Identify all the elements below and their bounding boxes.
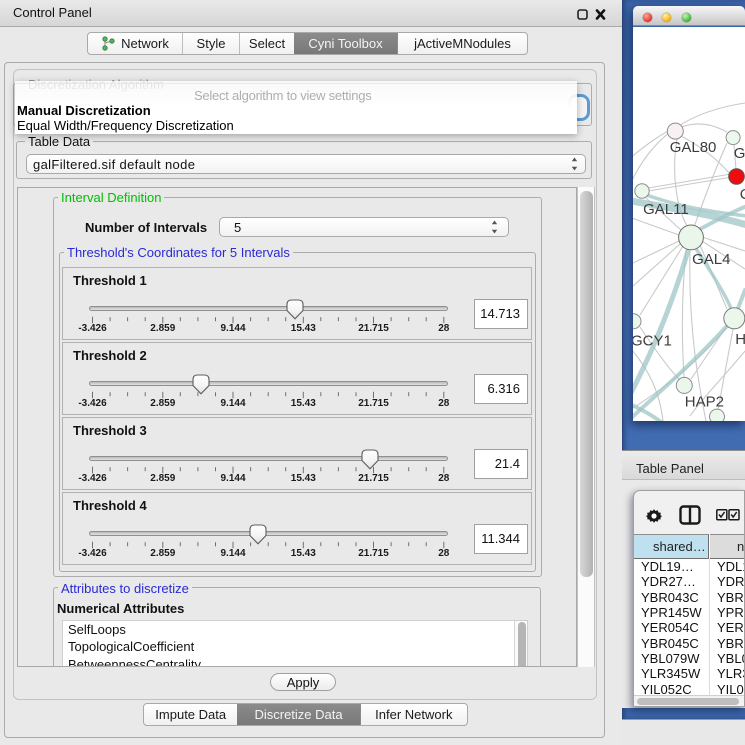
- svg-text:GA: GA: [734, 145, 745, 162]
- svg-text:GAL11: GAL11: [643, 201, 689, 218]
- svg-text:C: C: [740, 186, 745, 203]
- svg-text:GAL80: GAL80: [670, 139, 717, 156]
- svg-text:GCY1: GCY1: [633, 333, 672, 350]
- svg-text:GAL4: GAL4: [692, 251, 730, 268]
- svg-text:HI: HI: [735, 331, 745, 348]
- svg-text:HAP2: HAP2: [685, 394, 724, 411]
